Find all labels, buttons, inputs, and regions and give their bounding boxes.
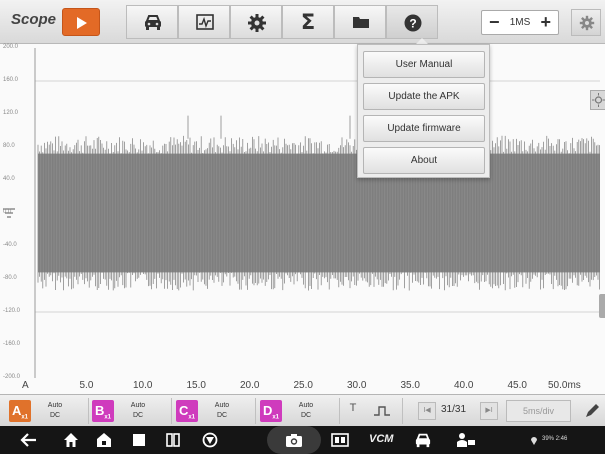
- channel-d-mode: Auto DC: [298, 402, 314, 419]
- prev-page-button[interactable]: I◀: [418, 402, 436, 420]
- waveform-band: [38, 153, 600, 273]
- menu-item-user-manual[interactable]: User Manual: [363, 51, 485, 78]
- side-panel-handle[interactable]: [599, 294, 605, 318]
- help-dropdown-menu: User Manual Update the APK Update firmwa…: [357, 44, 490, 178]
- x-tick-label: 50.0ms: [548, 380, 581, 391]
- x-tick-label: 15.0: [186, 380, 206, 391]
- top-toolbar: Scope Σ ? − 1MS +: [0, 0, 605, 44]
- y-tick-label: -120.0: [3, 308, 21, 314]
- gear-icon: [248, 14, 266, 32]
- split-screen-icon[interactable]: [165, 432, 181, 448]
- status-indicators: 39% 2:46: [542, 436, 568, 442]
- divider: [88, 398, 89, 424]
- svg-text:?: ?: [409, 17, 416, 31]
- vehicle-button[interactable]: [126, 5, 178, 39]
- waveform-trace: [37, 115, 600, 291]
- divider: [339, 398, 340, 424]
- channel-c-mode: Auto DC: [214, 402, 230, 419]
- channel-bar: Ax1 Auto DC Bx1 Auto DC Cx1 Auto DC Dx1 Aut…: [0, 394, 605, 426]
- back-icon[interactable]: [20, 432, 38, 448]
- menu-item-about[interactable]: About: [363, 147, 485, 174]
- divider: [171, 398, 172, 424]
- y-tick-label: -160.0: [3, 341, 21, 347]
- channel-a-label: Ax1: [9, 400, 31, 422]
- menu-item-update-apk[interactable]: Update the APK: [363, 83, 485, 110]
- y-tick-label: -80.0: [3, 275, 17, 281]
- timebase-increase-button[interactable]: +: [540, 12, 551, 33]
- system-nav-bar: VCM 39% 2:46: [0, 426, 605, 454]
- page-counter: 31/31: [441, 404, 467, 415]
- scope-screen: Scope Σ ? − 1MS + 200.0 160.0 120.0 80.0…: [0, 0, 605, 454]
- channel-b-label: Bx1: [92, 400, 114, 422]
- x-tick-label: 25.0: [293, 380, 313, 391]
- channel-c-label: Cx1: [176, 400, 198, 422]
- waveform-library-icon: [196, 14, 214, 30]
- camera-icon[interactable]: [285, 432, 303, 448]
- app-logo: Scope: [11, 11, 57, 28]
- y-tick-label: 120.0: [3, 110, 19, 116]
- waveform-plot[interactable]: 200.0 160.0 120.0 80.0 40.0 0.0 -40.0 -80.0 -120…: [0, 44, 605, 394]
- channel-origin-marker: A: [22, 380, 29, 391]
- gear-icon: [579, 15, 595, 31]
- timebase-control: − 1MS +: [481, 10, 559, 35]
- browser-icon[interactable]: [201, 432, 219, 448]
- settings-gear-button[interactable]: [230, 5, 282, 39]
- channel-b-mode: Auto DC: [130, 402, 146, 419]
- car-icon[interactable]: [414, 432, 432, 448]
- x-tick-label: 20.0: [240, 380, 260, 391]
- sigma-icon: Σ: [300, 10, 316, 34]
- help-icon: ?: [404, 14, 422, 32]
- y-tick-label: 200.0: [3, 44, 19, 50]
- vci-home-icon[interactable]: [96, 432, 112, 448]
- divider: [255, 398, 256, 424]
- vcm-label[interactable]: VCM: [369, 433, 393, 445]
- next-page-button[interactable]: ▶I: [480, 402, 498, 420]
- x-tick-label: 40.0: [454, 380, 474, 391]
- pen-icon[interactable]: [582, 402, 602, 420]
- menu-item-update-firmware[interactable]: Update firmware: [363, 115, 485, 142]
- x-tick-label: 35.0: [400, 380, 420, 391]
- sun-icon: [592, 93, 605, 107]
- y-tick-label: 0.0: [3, 209, 12, 215]
- trigger-edge-icon[interactable]: [372, 403, 392, 419]
- y-tick-label: -200.0: [3, 374, 21, 380]
- technician-icon[interactable]: [456, 432, 476, 448]
- trigger-button[interactable]: T: [345, 402, 361, 414]
- math-button[interactable]: Σ: [282, 5, 334, 39]
- folder-icon: [353, 17, 369, 28]
- run-button[interactable]: [62, 8, 100, 36]
- y-tick-label: 160.0: [3, 77, 19, 83]
- home-icon[interactable]: [63, 432, 79, 448]
- x-tick-label: 10.0: [133, 380, 153, 391]
- waveform-library-button[interactable]: [178, 5, 230, 39]
- help-button[interactable]: ?: [386, 5, 438, 39]
- probe-settings-button[interactable]: [571, 9, 601, 36]
- divider: [402, 398, 403, 424]
- recent-apps-icon[interactable]: [131, 432, 147, 448]
- play-icon: [77, 17, 87, 29]
- car-icon: [145, 15, 161, 30]
- x-tick-label: 5.0: [79, 380, 94, 391]
- y-tick-label: -40.0: [3, 242, 17, 248]
- files-button[interactable]: [334, 5, 386, 39]
- brightness-button[interactable]: [590, 90, 605, 110]
- channel-a-mode: Auto DC: [47, 402, 63, 419]
- location-icon: [531, 437, 537, 445]
- screen-record-icon[interactable]: [331, 432, 349, 448]
- x-tick-label: 30.0: [347, 380, 367, 391]
- y-tick-label: 40.0: [3, 176, 15, 182]
- y-tick-label: 80.0: [3, 143, 15, 149]
- time-per-div-field[interactable]: 5ms/div: [506, 400, 571, 422]
- channel-d-label: Dx1: [260, 400, 282, 422]
- waveform-canvas[interactable]: [0, 44, 605, 394]
- x-tick-label: 45.0: [507, 380, 527, 391]
